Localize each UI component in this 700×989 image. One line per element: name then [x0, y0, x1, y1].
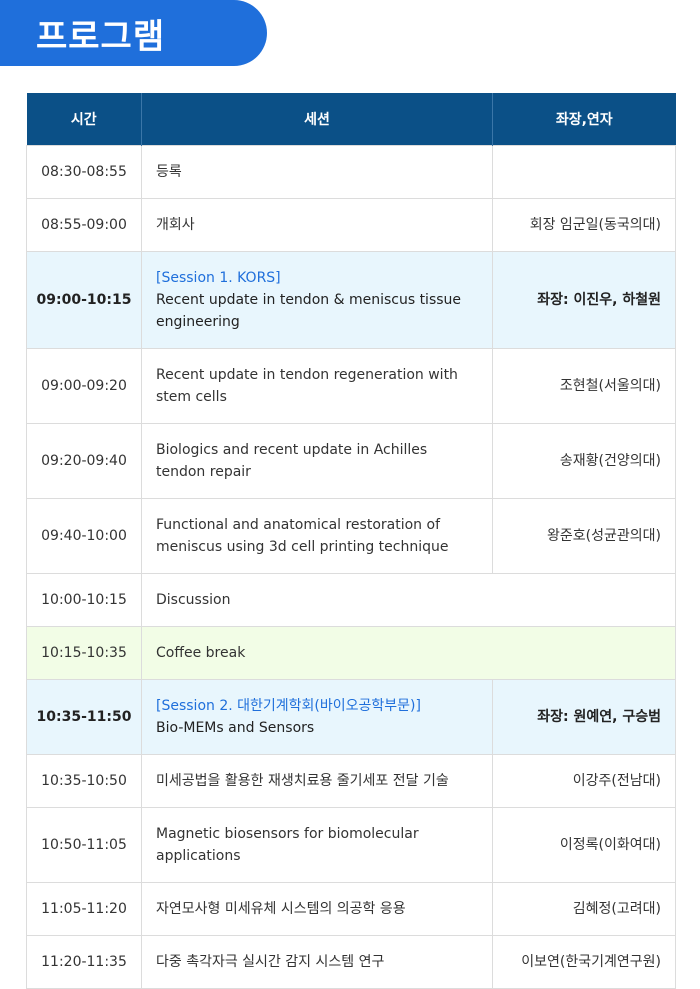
header-speaker: 좌장,연자 — [492, 93, 676, 146]
time-cell: 09:00-09:20 — [26, 348, 142, 424]
header-time: 시간 — [26, 93, 142, 146]
session-tag: [Session 2. 대한기계학회(바이오공학부문)] — [156, 698, 421, 714]
session-header-row: 09:00-10:15 [Session 1. KORS] Recent upd… — [26, 251, 676, 349]
session-cell: 다중 촉각자극 실시간 감지 시스템 연구 — [141, 935, 493, 989]
session-cell: Recent update in tendon regeneration wit… — [141, 348, 493, 424]
speaker-cell: 왕준호(성균관의대) — [492, 498, 676, 574]
table-row: 09:00-09:20 Recent update in tendon rege… — [26, 348, 676, 424]
session-cell: 미세공법을 활용한 재생치료용 줄기세포 전달 기술 — [141, 754, 493, 808]
session-title: Recent update in tendon & meniscus tissu… — [156, 292, 462, 330]
chair-cell: 좌장: 이진우, 하철원 — [492, 251, 676, 349]
table-header-row: 시간 세션 좌장,연자 — [26, 93, 676, 146]
time-cell: 08:30-08:55 — [26, 145, 142, 199]
speaker-cell: 이정록(이화여대) — [492, 807, 676, 883]
table-row: 11:05-11:20 자연모사형 미세유체 시스템의 의공학 응용 김혜정(고… — [26, 882, 676, 936]
table-row: 08:55-09:00 개회사 회장 임군일(동국의대) — [26, 198, 676, 252]
page-title: 프로그램 — [0, 0, 267, 66]
header-session: 세션 — [141, 93, 493, 146]
time-cell: 09:20-09:40 — [26, 423, 142, 499]
table-row: 08:30-08:55 등록 — [26, 145, 676, 199]
session-cell: Discussion — [141, 573, 676, 627]
time-cell: 10:35-11:50 — [26, 679, 142, 755]
session-cell: Functional and anatomical restoration of… — [141, 498, 493, 574]
time-cell: 10:00-10:15 — [26, 573, 142, 627]
chair-cell: 좌장: 원예연, 구승범 — [492, 679, 676, 755]
time-cell: 08:55-09:00 — [26, 198, 142, 252]
time-cell: 10:50-11:05 — [26, 807, 142, 883]
speaker-cell — [492, 145, 676, 199]
speaker-cell: 김혜정(고려대) — [492, 882, 676, 936]
session-cell: Biologics and recent update in Achilles … — [141, 423, 493, 499]
program-table: 시간 세션 좌장,연자 08:30-08:55 등록 08:55-09:00 개… — [26, 93, 676, 989]
session-tag: [Session 1. KORS] — [156, 270, 281, 286]
speaker-cell: 이보연(한국기계연구원) — [492, 935, 676, 989]
table-row: 11:20-11:35 다중 촉각자극 실시간 감지 시스템 연구 이보연(한국… — [26, 935, 676, 989]
speaker-cell: 조현철(서울의대) — [492, 348, 676, 424]
table-row: 09:40-10:00 Functional and anatomical re… — [26, 498, 676, 574]
table-row: 10:00-10:15 Discussion — [26, 573, 676, 627]
session-title: Bio-MEMs and Sensors — [156, 720, 315, 736]
session-cell: 자연모사형 미세유체 시스템의 의공학 응용 — [141, 882, 493, 936]
speaker-cell: 이강주(전남대) — [492, 754, 676, 808]
session-cell: [Session 2. 대한기계학회(바이오공학부문)] Bio-MEMs an… — [141, 679, 493, 755]
time-cell: 10:35-10:50 — [26, 754, 142, 808]
time-cell: 09:00-10:15 — [26, 251, 142, 349]
speaker-cell: 송재황(건양의대) — [492, 423, 676, 499]
session-cell: 등록 — [141, 145, 493, 199]
session-cell: Coffee break — [141, 626, 676, 680]
time-cell: 10:15-10:35 — [26, 626, 142, 680]
session-header-row: 10:35-11:50 [Session 2. 대한기계학회(바이오공학부문)]… — [26, 679, 676, 755]
table-row: 09:20-09:40 Biologics and recent update … — [26, 423, 676, 499]
time-cell: 11:20-11:35 — [26, 935, 142, 989]
time-cell: 11:05-11:20 — [26, 882, 142, 936]
break-row: 10:15-10:35 Coffee break — [26, 626, 676, 680]
session-cell: [Session 1. KORS] Recent update in tendo… — [141, 251, 493, 349]
table-row: 10:35-10:50 미세공법을 활용한 재생치료용 줄기세포 전달 기술 이… — [26, 754, 676, 808]
speaker-cell: 회장 임군일(동국의대) — [492, 198, 676, 252]
time-cell: 09:40-10:00 — [26, 498, 142, 574]
session-cell: Magnetic biosensors for biomolecular app… — [141, 807, 493, 883]
table-row: 10:50-11:05 Magnetic biosensors for biom… — [26, 807, 676, 883]
session-cell: 개회사 — [141, 198, 493, 252]
